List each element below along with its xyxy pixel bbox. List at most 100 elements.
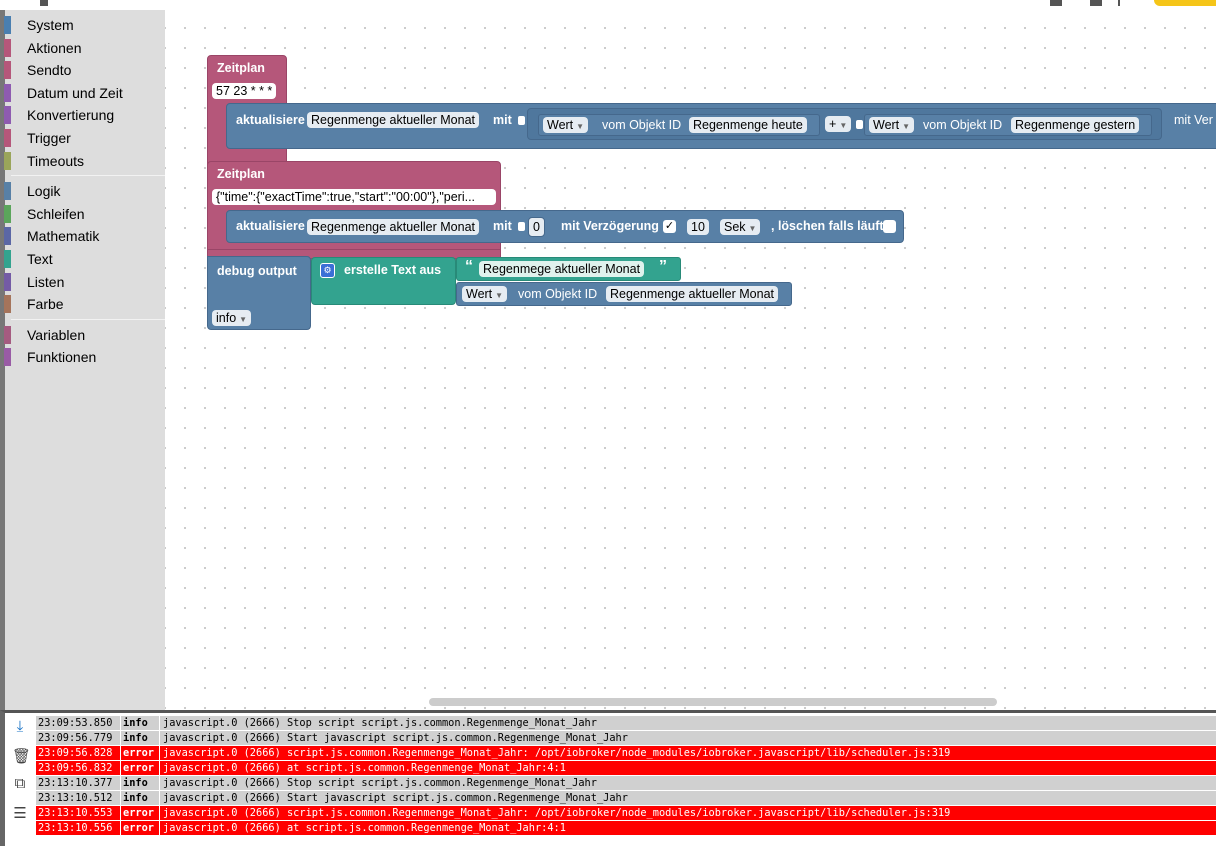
block-label: aktualisiere	[236, 113, 305, 127]
log-level-dropdown[interactable]: info ▼	[212, 310, 252, 326]
wert-dropdown[interactable]: Wert ▼	[462, 286, 508, 302]
toolbox-category-konvertierung[interactable]: Konvertierung	[4, 104, 165, 127]
log-message: javascript.0 (2666) Start javascript scr…	[163, 792, 628, 804]
toolbox-category-sendto[interactable]: Sendto	[4, 59, 165, 82]
toolbox-separator	[11, 318, 165, 320]
log-panel: ⤓ 🗑 ⧉ ☰ 23:09:53.850 info javascript.0 (26…	[0, 710, 1216, 849]
number-field[interactable]: 0	[528, 217, 545, 237]
category-label: Schleifen	[27, 205, 85, 222]
get-value-block-3[interactable]: Wert ▼ vom Objekt ID Regenmenge aktueller…	[456, 282, 792, 306]
log-row: 23:13:10.556 error javascript.0 (2666) at …	[36, 821, 1216, 835]
delay-checkbox[interactable]: ✓	[663, 220, 676, 233]
toolbox-category-system[interactable]: System	[4, 14, 165, 37]
log-time: 23:09:53.850	[36, 716, 121, 730]
category-color-swatch	[4, 249, 11, 268]
toolbox-category-logik[interactable]: Logik	[4, 180, 165, 203]
toolbox-category-trigger[interactable]: Trigger	[4, 127, 165, 150]
log-time: 23:13:10.512	[36, 791, 121, 805]
mit-label: mit	[493, 219, 512, 233]
wert-dropdown[interactable]: Wert ▼	[543, 117, 589, 133]
object-id-field[interactable]: Regenmenge gestern	[1011, 117, 1140, 133]
log-row: 23:13:10.553 error javascript.0 (2666) scr…	[36, 806, 1216, 820]
category-color-swatch	[4, 106, 11, 125]
object-id-field[interactable]: Regenmenge heute	[689, 117, 807, 133]
get-value-block-2[interactable]: Wert ▼ vom Objekt ID Regenmenge gestern	[864, 114, 1152, 136]
category-label: Trigger	[27, 129, 71, 146]
update-state-block-1[interactable]: aktualisiere Regenmenge aktueller Monat …	[226, 103, 1216, 149]
block-title: Zeitplan	[217, 61, 265, 75]
cron-field[interactable]: 57 23 * * *	[212, 83, 277, 99]
log-time: 23:13:10.377	[36, 776, 121, 790]
scroll-down-icon[interactable]: ⤓	[12, 719, 28, 735]
category-color-swatch	[4, 182, 11, 201]
log-level: error	[121, 821, 160, 835]
log-row: 23:13:10.512 info javascript.0 (2666) Star…	[36, 791, 1216, 805]
debug-output-block[interactable]: debug output info ▼	[207, 256, 311, 330]
text-field[interactable]: Regenmege aktueller Monat	[479, 261, 645, 277]
blockly-workspace[interactable]: Zeitplan 57 23 * * * aktualisiere Regenm…	[165, 10, 1216, 710]
log-row: 23:13:10.377 info javascript.0 (2666) Stop…	[36, 776, 1216, 790]
mit-label: mit	[493, 113, 512, 127]
toolbar-icon[interactable]	[1050, 0, 1062, 6]
horizontal-scrollbar[interactable]	[429, 698, 997, 706]
toolbar-icon[interactable]	[1090, 0, 1102, 6]
list-toggle-icon[interactable]: ☰	[12, 806, 28, 822]
delay-field[interactable]: 10	[687, 219, 709, 235]
category-label: Timeouts	[27, 152, 85, 169]
log-row: 23:09:56.779 info javascript.0 (2666) Star…	[36, 731, 1216, 745]
toolbox-category-farbe[interactable]: Farbe	[4, 293, 165, 316]
toolbox-category-aktionen[interactable]: Aktionen	[4, 37, 165, 60]
category-label: Sendto	[27, 62, 72, 79]
category-color-swatch	[4, 348, 11, 367]
log-message: javascript.0 (2666) at script.js.common.…	[163, 762, 566, 774]
wert-dropdown[interactable]: Wert ▼	[869, 117, 915, 133]
category-label: Variablen	[27, 326, 86, 343]
toolbox-category-mathematik[interactable]: Mathematik	[4, 225, 165, 248]
toolbox-category-listen[interactable]: Listen	[4, 271, 165, 294]
toolbox-category-text[interactable]: Text	[4, 248, 165, 271]
toolbox-category-schleifen[interactable]: Schleifen	[4, 203, 165, 226]
object-id-field[interactable]: Regenmenge aktueller Monat	[606, 286, 778, 302]
log-list: 23:09:53.850 info javascript.0 (2666) Stop…	[36, 716, 1216, 836]
log-level: error	[121, 761, 160, 775]
toolbox-category-variablen[interactable]: Variablen	[4, 324, 165, 347]
trash-icon[interactable]: 🗑	[12, 749, 31, 765]
category-label: Aktionen	[27, 39, 82, 56]
log-time: 23:13:10.556	[36, 821, 121, 835]
toolbox-category-funktionen[interactable]: Funktionen	[4, 346, 165, 369]
log-level: error	[121, 806, 160, 820]
unit-dropdown[interactable]: Sek ▼	[720, 219, 761, 235]
update-state-block-2[interactable]: aktualisiere Regenmenge aktueller Monat …	[226, 210, 904, 243]
block-label: erstelle Text aus	[344, 263, 442, 277]
toolbox-category-timeouts[interactable]: Timeouts	[4, 150, 165, 173]
input-socket	[518, 222, 525, 231]
quote-open-icon: “	[465, 258, 473, 275]
log-message: javascript.0 (2666) Stop script script.j…	[163, 717, 597, 729]
text-literal-block[interactable]: “ Regenmege aktueller Monat ”	[456, 257, 681, 281]
math-arith-block[interactable]: Wert ▼ vom Objekt ID Regenmenge heute + ▼ …	[527, 108, 1162, 140]
operator-dropdown[interactable]: + ▼	[825, 116, 852, 132]
schedule-field[interactable]: {"time":{"exactTime":true,"start":"00:00…	[212, 189, 496, 205]
gear-icon[interactable]: ⚙	[320, 263, 335, 278]
clear-checkbox[interactable]	[883, 220, 896, 233]
toolbar-brand-button[interactable]	[1154, 0, 1216, 6]
get-value-block-1[interactable]: Wert ▼ vom Objekt ID Regenmenge heute	[538, 114, 820, 136]
object-id-field[interactable]: Regenmenge aktueller Monat	[307, 112, 479, 128]
category-label: Listen	[27, 273, 65, 290]
text-join-block[interactable]: ⚙ erstelle Text aus	[311, 257, 456, 305]
toolbox-category-datum-und-zeit[interactable]: Datum und Zeit	[4, 82, 165, 105]
category-color-swatch	[4, 16, 11, 34]
mit-verzoegerung-label: mit Ver	[1174, 113, 1213, 127]
category-color-swatch	[4, 61, 11, 80]
copy-icon[interactable]: ⧉	[12, 776, 28, 792]
log-row: 23:09:53.850 info javascript.0 (2666) Stop…	[36, 716, 1216, 730]
block-label: aktualisiere	[236, 219, 305, 233]
category-color-swatch	[4, 227, 11, 246]
category-label: Mathematik	[27, 228, 100, 245]
block-label: debug output	[217, 264, 297, 278]
toolbar-icon[interactable]	[40, 0, 48, 6]
category-label: System	[27, 17, 74, 33]
object-id-field[interactable]: Regenmenge aktueller Monat	[307, 219, 479, 235]
vom-objekt-label: vom Objekt ID	[923, 118, 1003, 132]
category-label: Text	[27, 250, 53, 267]
